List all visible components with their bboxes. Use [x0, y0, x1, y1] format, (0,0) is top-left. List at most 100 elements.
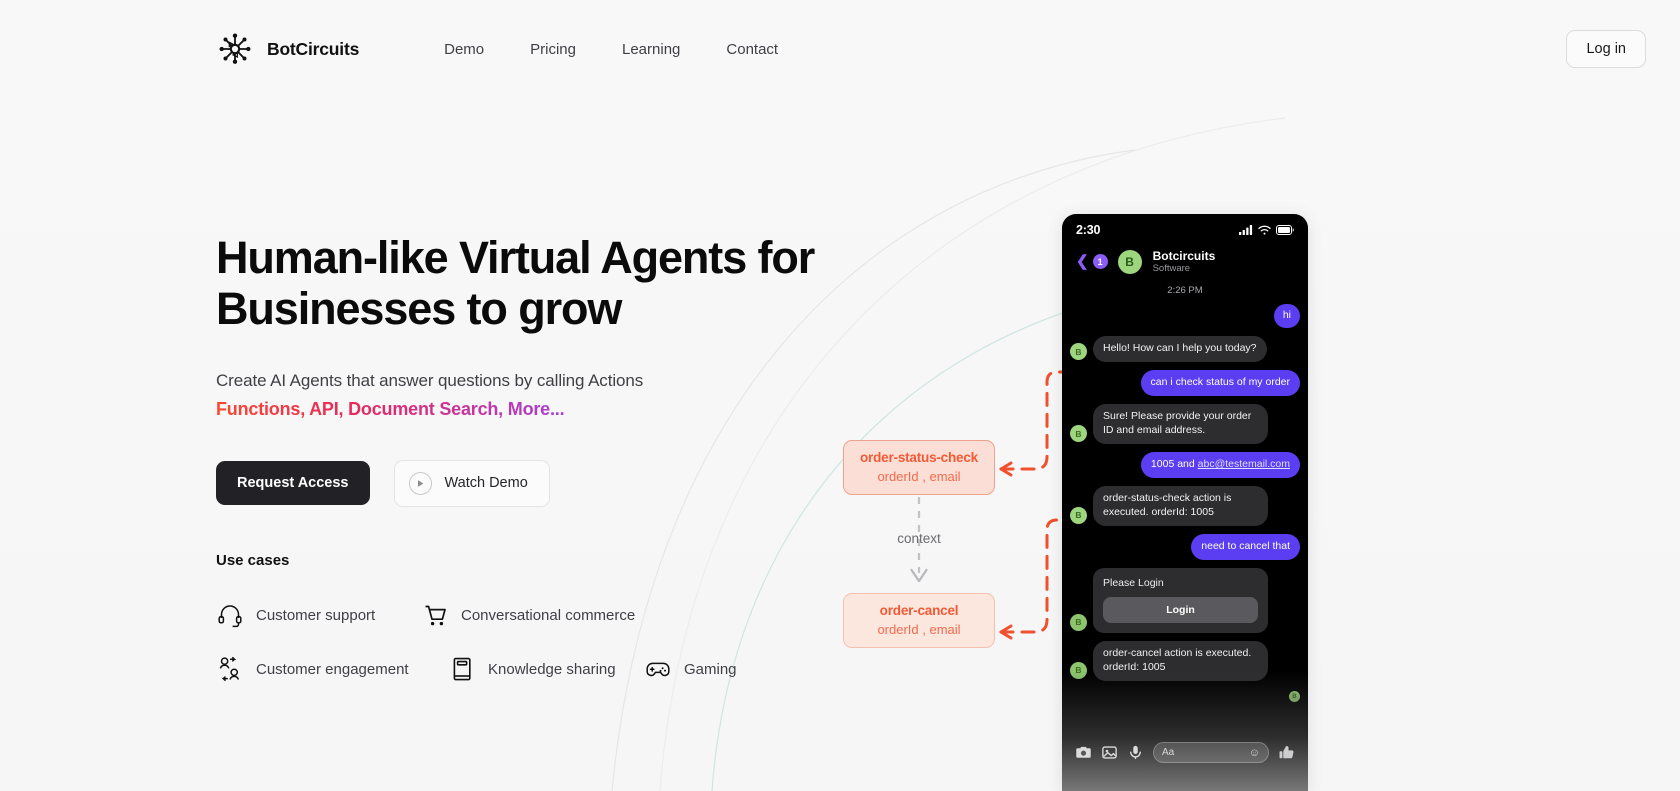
chat-message-row: B Sure! Please provide your order ID and… [1070, 404, 1300, 445]
headset-icon [218, 605, 242, 628]
chat-bubble-incoming: Hello! How can I help you today? [1093, 336, 1267, 363]
avatar: B [1070, 661, 1087, 679]
unread-badge: 1 [1092, 254, 1108, 270]
cellular-icon [1239, 225, 1253, 235]
landing-page: BotCircuits Demo Pricing Learning Contac… [0, 0, 1680, 791]
microphone-icon[interactable] [1127, 744, 1144, 761]
use-cases-grid: Customer support Conversational commerce [216, 601, 836, 683]
wifi-icon [1258, 225, 1271, 235]
hero-gradient-line: Functions, API, Document Search, More... [216, 398, 565, 419]
use-cases-title: Use cases [216, 552, 290, 569]
read-receipt-avatar: B [1289, 690, 1300, 702]
chat-header: ❮ 1 B Botcircuits Software [1062, 246, 1308, 283]
image-icon[interactable] [1101, 744, 1118, 761]
use-case-gaming[interactable]: Gaming [644, 655, 737, 683]
flow-node-args: orderId , email [877, 622, 961, 637]
chat-timestamp: 2:26 PM [1167, 285, 1203, 297]
flow-node-order-status-check[interactable]: order-status-check orderId , email [843, 440, 995, 495]
flow-edge: context [843, 495, 995, 593]
phone-status-bar: 2:30 [1062, 214, 1308, 246]
main-nav: Demo Pricing Learning Contact [421, 33, 801, 66]
avatar: B [1070, 506, 1087, 524]
hero-title-line1: Human-like Virtual Agents for [216, 232, 815, 283]
chat-bubble-outgoing: need to cancel that [1191, 533, 1300, 560]
smiley-icon[interactable]: ☺ [1249, 747, 1260, 759]
hero-subtitle: Create AI Agents that answer questions b… [216, 370, 644, 390]
flow-node-name: order-cancel [879, 603, 959, 618]
action-flow-diagram: order-status-check orderId , email conte… [843, 440, 995, 648]
circuit-node-icon [219, 33, 251, 64]
chat-composer: Aa ☺ [1062, 742, 1308, 763]
gamepad-icon [646, 662, 670, 677]
chat-message-row: can i check status of my order [1070, 370, 1300, 397]
chat-bubble-incoming: order-cancel action is executed. orderId… [1093, 640, 1268, 681]
thumbs-up-icon[interactable] [1278, 744, 1295, 761]
shopping-cart-icon [425, 605, 446, 626]
message-placeholder: Aa [1162, 747, 1175, 758]
chat-subtitle: Software [1152, 263, 1191, 275]
avatar: B [1070, 613, 1087, 631]
message-input[interactable]: Aa ☺ [1153, 742, 1269, 763]
request-access-button[interactable]: Request Access [216, 461, 370, 506]
flow-edge-label: context [897, 531, 941, 546]
brand-name: BotCircuits [267, 38, 360, 59]
flow-node-name: order-status-check [860, 450, 978, 465]
chat-message-row: B order-status-check action is executed.… [1070, 486, 1300, 526]
chat-read-receipt-row: B [1070, 689, 1300, 702]
chat-title-block: Botcircuits Software [1153, 249, 1216, 274]
watch-demo-button[interactable]: Watch Demo [393, 459, 550, 507]
page-title: Human-like Virtual Agents for Businesses… [216, 232, 816, 335]
use-case-customer-engagement[interactable]: Customer engagement [216, 655, 448, 683]
avatar: B [1070, 343, 1087, 361]
nav-item-pricing[interactable]: Pricing [507, 33, 599, 66]
use-case-label: Conversational commerce [461, 606, 636, 624]
chat-bubble-incoming: Sure! Please provide your order ID and e… [1093, 404, 1268, 445]
chat-message-row: hi [1070, 304, 1300, 329]
site-header: BotCircuits Demo Pricing Learning Contac… [0, 0, 1680, 98]
nav-item-demo[interactable]: Demo [421, 33, 507, 66]
flow-node-args: orderId , email [877, 469, 961, 484]
battery-icon [1276, 225, 1294, 235]
use-case-label: Knowledge sharing [488, 660, 616, 678]
chat-message-row: B Hello! How can I help you today? [1070, 336, 1300, 363]
camera-icon[interactable] [1075, 744, 1092, 761]
chat-title: Botcircuits [1152, 249, 1216, 263]
phone-mockup: 2:30 ❮ 1 B Botcircuits Software 2:26 PM … [1062, 214, 1308, 791]
status-time: 2:30 [1076, 223, 1101, 237]
use-cases-row-2: Customer engagement Knowledge sharing Ga… [216, 655, 836, 683]
hero-section: Human-like Virtual Agents for Businesses… [216, 232, 816, 507]
book-icon [453, 657, 471, 681]
use-case-label: Customer support [256, 606, 376, 624]
email-link[interactable]: abc@testemail.com [1198, 458, 1290, 470]
status-icons [1239, 225, 1294, 235]
use-case-label: Customer engagement [256, 660, 409, 678]
hero-title-line2: Businesses to grow [216, 283, 622, 335]
chat-bubble-outgoing: 1005 and abc@testemail.com [1140, 452, 1300, 479]
users-exchange-icon [219, 656, 240, 681]
use-case-customer-support[interactable]: Customer support [216, 601, 421, 629]
avatar: B [1070, 425, 1087, 443]
flow-node-order-cancel[interactable]: order-cancel orderId , email [843, 593, 995, 648]
card-text: Please Login [1103, 576, 1164, 589]
use-cases-row-1: Customer support Conversational commerce [216, 601, 836, 629]
nav-item-learning[interactable]: Learning [599, 33, 703, 66]
chat-message-row: need to cancel that [1070, 533, 1300, 560]
use-case-knowledge-sharing[interactable]: Knowledge sharing [448, 655, 644, 683]
nav-item-contact[interactable]: Contact [703, 33, 801, 66]
use-case-label: Gaming [684, 660, 737, 678]
chat-message-row: 1005 and abc@testemail.com [1070, 452, 1300, 479]
chat-bubble-incoming: order-status-check action is executed. o… [1093, 486, 1268, 526]
brand[interactable]: BotCircuits [216, 30, 359, 68]
watch-demo-label: Watch Demo [444, 475, 528, 492]
cta-row: Request Access Watch Demo [216, 459, 816, 507]
login-card-button[interactable]: Login [1103, 596, 1258, 623]
chat-bubble-outgoing: can i check status of my order [1140, 370, 1300, 397]
chat-message-row: B order-cancel action is executed. order… [1070, 640, 1300, 681]
use-case-conversational-commerce[interactable]: Conversational commerce [421, 601, 635, 629]
avatar: B [1117, 249, 1142, 274]
chat-message-row: B Please Login Login [1070, 567, 1300, 633]
chevron-left-icon[interactable]: ❮ [1076, 254, 1089, 269]
bubble-text: 1005 and [1150, 458, 1198, 471]
use-cases-section: Use cases Customer support Conversationa… [216, 552, 836, 709]
login-button[interactable]: Log in [1566, 30, 1646, 68]
